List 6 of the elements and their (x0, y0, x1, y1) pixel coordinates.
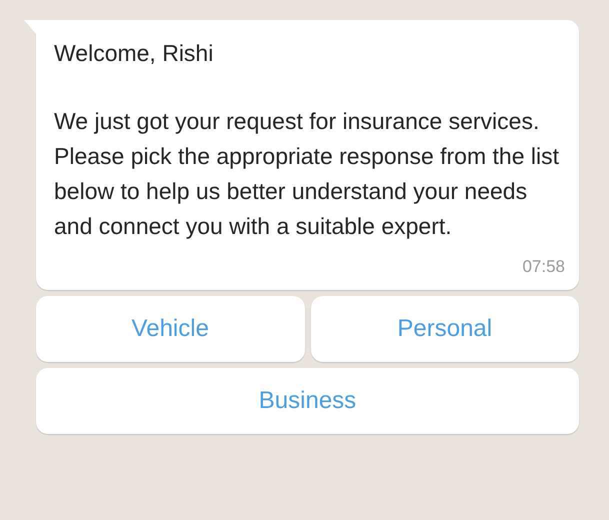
message-time: 07:58 (522, 256, 565, 278)
reply-button[interactable]: Personal (310, 296, 579, 362)
reply-button[interactable]: Vehicle (36, 296, 304, 362)
reply-button[interactable]: Business (36, 368, 579, 434)
message-text: We just got your request for insurance services. Please pick the appropriate response from the list below to help us better understand your needs and connect you with a suitable expert. (54, 107, 560, 241)
greeting-text: Welcome, Rishi (54, 39, 214, 68)
